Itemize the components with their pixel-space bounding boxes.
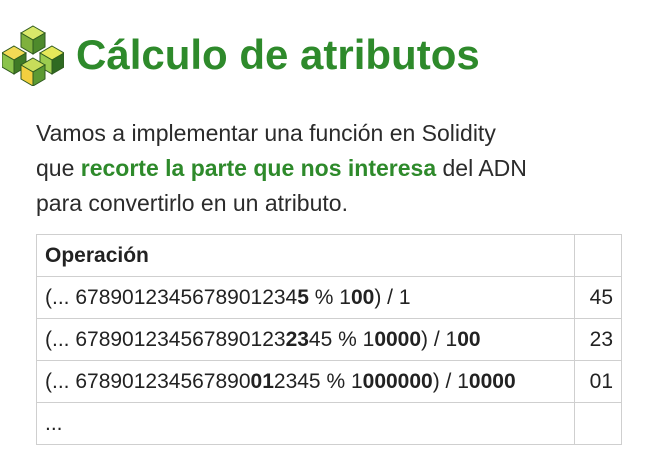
intro-paragraph: Vamos a implementar una función en Solid… xyxy=(36,116,527,221)
header-result xyxy=(574,234,622,277)
operation-bold-segment: 5 xyxy=(297,285,309,309)
result-cell: 45 xyxy=(574,276,622,319)
operation-segment: % 1 xyxy=(308,285,351,309)
operation-segment: (... 678901234567890123 xyxy=(45,327,286,351)
operation-bold-segment: 01 xyxy=(250,369,274,393)
operation-segment: (... 6789012345678901234 xyxy=(45,285,298,309)
operation-segment: (... 678901234567890 xyxy=(45,369,251,393)
operation-segment: 45 % 1 xyxy=(308,327,375,351)
table-row: (... 67890123456789012345 % 100) / 1 45 xyxy=(36,276,622,319)
operation-cell: ... xyxy=(36,402,575,445)
operations-table: Operación (... 67890123456789012345 % 10… xyxy=(36,234,622,445)
intro-highlight: recorte la parte que nos interesa xyxy=(80,155,437,181)
operation-segment: ) / 1 xyxy=(432,369,469,393)
table-header-row: Operación xyxy=(36,234,622,277)
operation-cell: (... 678901234567890012345 % 1000000) / … xyxy=(36,360,575,403)
intro-line-2-pre: que xyxy=(36,155,81,181)
operation-segment: ) / 1 xyxy=(374,285,411,309)
header-operation: Operación xyxy=(36,234,575,277)
table-row: (... 678901234567890012345 % 1000000) / … xyxy=(36,360,622,403)
green-cubes-logo-icon xyxy=(2,25,64,86)
operation-cell: (... 67890123456789012345 % 100) / 1 xyxy=(36,276,575,319)
operation-bold-segment: 23 xyxy=(285,327,309,351)
operation-cell: (... 6789012345678901232345 % 10000) / 1… xyxy=(36,318,575,361)
table-row: (... 6789012345678901232345 % 10000) / 1… xyxy=(36,318,622,361)
operation-segment: ) / 1 xyxy=(421,327,458,351)
result-cell: 23 xyxy=(574,318,622,361)
page-title: Cálculo de atributos xyxy=(76,31,480,78)
operation-bold-segment: 0000 xyxy=(374,327,422,351)
intro-line-2-post: del ADN xyxy=(436,155,527,181)
table-body: (... 67890123456789012345 % 100) / 1 45 (.… xyxy=(36,276,622,445)
operation-segment: ... xyxy=(45,411,63,435)
intro-line-3: para convertirlo en un atributo. xyxy=(36,190,348,216)
operation-bold-segment: 00 xyxy=(457,327,481,351)
operation-segment: 2345 % 1 xyxy=(273,369,363,393)
intro-line-1: Vamos a implementar una función en Solid… xyxy=(36,120,496,146)
result-cell: 01 xyxy=(574,360,622,403)
operation-bold-segment: 00 xyxy=(350,285,375,309)
operation-bold-segment: 0000 xyxy=(468,369,516,393)
table-row: ... xyxy=(36,402,622,445)
result-cell xyxy=(574,402,622,445)
operation-bold-segment: 000000 xyxy=(362,369,433,393)
